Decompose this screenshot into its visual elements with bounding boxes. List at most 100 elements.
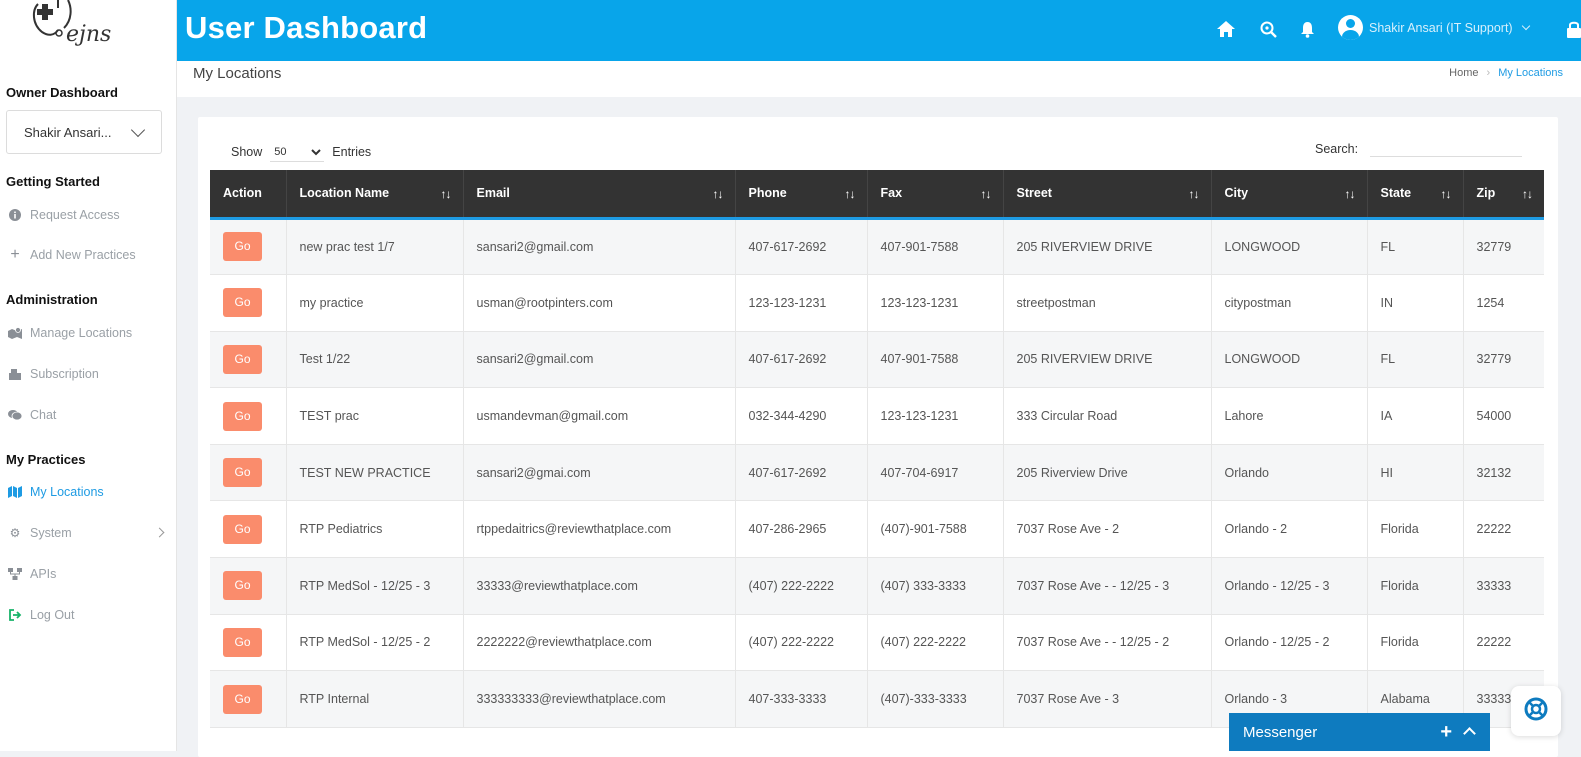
user-menu[interactable]: Shakir Ansari (IT Support) bbox=[1338, 15, 1530, 40]
breadcrumb: Home › My Locations bbox=[1449, 67, 1563, 79]
column-header: Action bbox=[210, 170, 286, 218]
sidebar-item-add-new-practices[interactable]: + Add New Practices bbox=[8, 245, 136, 265]
search-icon[interactable] bbox=[1257, 18, 1279, 40]
sidebar-item-chat[interactable]: Chat bbox=[8, 405, 56, 425]
column-header[interactable]: Zip ↑↓ bbox=[1462, 170, 1544, 218]
table-cell: TEST NEW PRACTICE bbox=[285, 444, 463, 502]
table-cell: Test 1/22 bbox=[285, 331, 463, 389]
table-cell: 22222 bbox=[1462, 614, 1544, 672]
table-cell: 407-617-2692 bbox=[734, 218, 867, 276]
bell-icon[interactable] bbox=[1296, 18, 1318, 40]
logo-text: ejns bbox=[66, 22, 112, 47]
table-cell: streetpostman bbox=[1002, 274, 1211, 332]
table-cell: 205 Riverview Drive bbox=[1002, 444, 1211, 502]
table-cell: Florida bbox=[1366, 500, 1463, 559]
sort-arrows-icon[interactable]: ↑↓ bbox=[1522, 187, 1533, 201]
go-button[interactable]: Go bbox=[223, 288, 262, 318]
table-cell: 1254 bbox=[1462, 274, 1544, 332]
table-row: Go Test 1/22 sansari2@gmail.com 407-617-269… bbox=[210, 331, 1544, 389]
app-logo[interactable]: ejns bbox=[28, 0, 118, 62]
sidebar-item-manage-locations[interactable]: Manage Locations bbox=[8, 323, 132, 343]
sidebar-item-label: Subscription bbox=[30, 367, 99, 381]
chevron-right-icon bbox=[154, 527, 165, 538]
sidebar-item-system[interactable]: ⚙ System bbox=[8, 523, 173, 543]
messenger-label: Messenger bbox=[1243, 724, 1318, 741]
sort-arrows-icon[interactable]: ↑↓ bbox=[981, 187, 992, 201]
sidebar-item-apis[interactable]: APIs bbox=[8, 564, 56, 584]
action-cell: Go bbox=[210, 500, 286, 559]
go-button[interactable]: Go bbox=[223, 401, 262, 431]
sort-arrows-icon[interactable]: ↑↓ bbox=[441, 187, 452, 201]
action-cell: Go bbox=[210, 331, 286, 389]
go-button[interactable]: Go bbox=[223, 627, 262, 657]
column-header[interactable]: Location Name ↑↓ bbox=[285, 170, 463, 218]
column-header[interactable]: City ↑↓ bbox=[1210, 170, 1367, 218]
table-cell: Orlando - 12/25 - 2 bbox=[1210, 614, 1367, 672]
chevron-up-icon[interactable] bbox=[1463, 727, 1476, 740]
table-cell: Orlando - 2 bbox=[1210, 500, 1367, 559]
go-button[interactable]: Go bbox=[223, 344, 262, 374]
breadcrumb-bar: My Locations Home › My Locations bbox=[177, 61, 1581, 97]
sidebar-item-subscription[interactable]: Subscription bbox=[8, 364, 99, 384]
breadcrumb-home-link[interactable]: Home bbox=[1449, 67, 1478, 79]
table-cell: RTP Pediatrics bbox=[285, 500, 463, 559]
column-header[interactable]: Email ↑↓ bbox=[462, 170, 735, 218]
sidebar-item-label: Request Access bbox=[30, 208, 120, 222]
action-cell: Go bbox=[210, 614, 286, 672]
go-button[interactable]: Go bbox=[223, 514, 262, 544]
table-cell: 407-617-2692 bbox=[734, 444, 867, 502]
table-header-row: Action Location Name ↑↓ Email ↑↓ Phone ↑↓ Fax ↑↓… bbox=[210, 170, 1544, 218]
go-button[interactable]: Go bbox=[223, 458, 262, 488]
plus-icon: + bbox=[10, 246, 20, 263]
table-cell: (407) 333-3333 bbox=[866, 557, 1003, 615]
search-input[interactable] bbox=[1370, 141, 1523, 157]
sort-arrows-icon[interactable]: ↑↓ bbox=[713, 187, 724, 201]
chat-bubbles-icon bbox=[8, 408, 22, 422]
column-header-label: Email bbox=[476, 186, 510, 201]
column-header[interactable]: Street ↑↓ bbox=[1002, 170, 1211, 218]
table-cell: (407) 222-2222 bbox=[866, 614, 1003, 672]
table-cell: 32779 bbox=[1462, 218, 1544, 276]
table-cell: 7037 Rose Ave - - 12/25 - 3 bbox=[1002, 557, 1211, 615]
column-header[interactable]: Fax ↑↓ bbox=[866, 170, 1003, 218]
messenger-bar[interactable]: Messenger + bbox=[1229, 713, 1490, 751]
entries-select[interactable]: 50 bbox=[270, 142, 325, 162]
lock-icon[interactable] bbox=[1563, 18, 1581, 40]
table-cell: 32132 bbox=[1462, 444, 1544, 502]
table-cell: IN bbox=[1366, 274, 1463, 332]
sidebar-item-my-locations[interactable]: My Locations bbox=[8, 482, 104, 502]
column-header[interactable]: State ↑↓ bbox=[1366, 170, 1463, 218]
plus-icon[interactable]: + bbox=[1440, 721, 1452, 744]
sort-arrows-icon[interactable]: ↑↓ bbox=[845, 187, 856, 201]
help-button[interactable] bbox=[1511, 686, 1561, 736]
table-cell: 407-704-6917 bbox=[866, 444, 1003, 502]
table-cell: 32779 bbox=[1462, 331, 1544, 389]
sort-arrows-icon[interactable]: ↑↓ bbox=[1441, 187, 1452, 201]
home-icon[interactable] bbox=[1215, 18, 1237, 40]
sort-arrows-icon[interactable]: ↑↓ bbox=[1189, 187, 1200, 201]
sidebar-item-label: My Locations bbox=[30, 485, 104, 499]
sidebar: ejns Owner Dashboard Shakir Ansari... Ge… bbox=[0, 0, 177, 751]
avatar bbox=[1338, 15, 1363, 40]
sort-arrows-icon[interactable]: ↑↓ bbox=[1345, 187, 1356, 201]
page-header-title: User Dashboard bbox=[185, 10, 428, 45]
owner-select[interactable]: Shakir Ansari... bbox=[6, 110, 162, 154]
table-cell: 123-123-1231 bbox=[866, 387, 1003, 445]
sidebar-item-log-out[interactable]: Log Out bbox=[8, 605, 74, 625]
column-header-label: Zip bbox=[1476, 186, 1496, 201]
table-cell: 33333@reviewthatplace.com bbox=[462, 557, 735, 615]
table-cell: TEST prac bbox=[285, 387, 463, 445]
go-button[interactable]: Go bbox=[223, 232, 262, 262]
table-cell: new prac test 1/7 bbox=[285, 218, 463, 276]
go-button[interactable]: Go bbox=[223, 684, 262, 714]
map-marker-icon bbox=[8, 326, 22, 340]
go-button[interactable]: Go bbox=[223, 571, 262, 601]
table-cell: usman@rootpinters.com bbox=[462, 274, 735, 332]
column-header[interactable]: Phone ↑↓ bbox=[734, 170, 867, 218]
table-cell: 2222222@reviewthatplace.com bbox=[462, 614, 735, 672]
sidebar-item-label: Add New Practices bbox=[30, 248, 136, 262]
sidebar-item-request-access[interactable]: Request Access bbox=[8, 205, 120, 225]
info-circle-icon bbox=[8, 208, 22, 222]
administration-heading: Administration bbox=[6, 292, 98, 307]
action-cell: Go bbox=[210, 670, 286, 728]
